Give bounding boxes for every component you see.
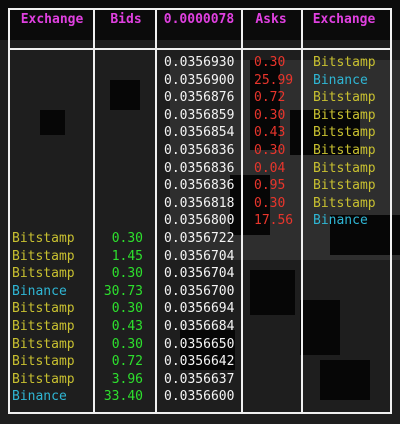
ask-exchange-cell: Bitstamp xyxy=(313,107,376,123)
bid-size-cell: 0.43 xyxy=(111,319,143,334)
bid-price-cell: 0.0356600 xyxy=(164,389,235,405)
ask-price-cell: 0.0356930 xyxy=(164,55,235,70)
bid-exchange-cell: Bitstamp xyxy=(12,231,75,246)
ask-size-cell: 0.95 xyxy=(254,178,286,194)
ask-price-cell: 0.0356836 xyxy=(164,178,235,194)
bid-price-cell: 0.0356642 xyxy=(164,354,235,370)
ask-exchange-cell: Bitstamp xyxy=(313,90,376,106)
ask-exchange-cell: Bitstamp xyxy=(313,195,376,211)
ask-size-cell: 0.72 xyxy=(254,90,286,106)
ask-size-cell: 0.43 xyxy=(254,125,286,141)
bid-size-cell: 0.30 xyxy=(111,301,143,317)
ask-size-cell: 0.30 xyxy=(254,143,286,158)
bid-exchange-cell: Binance xyxy=(12,389,67,405)
ask-price-cell: 0.0356818 xyxy=(164,195,235,211)
bid-price-cell: 0.0356722 xyxy=(164,231,235,246)
bid-size-cell: 30.73 xyxy=(103,283,143,299)
ask-size-cell: 0.30 xyxy=(254,195,286,211)
ask-price-cell: 0.0356876 xyxy=(164,90,235,106)
ask-price-cell: 0.0356836 xyxy=(164,143,235,158)
bid-price-cell: 0.0356700 xyxy=(164,283,235,299)
ask-price-cell: 0.0356859 xyxy=(164,107,235,123)
header-exchange-right: Exchange xyxy=(312,12,376,27)
bid-exchange-cell: Bitstamp xyxy=(12,336,75,352)
bid-exchange-cell: Bitstamp xyxy=(12,354,75,370)
ask-price-cell: 0.0356900 xyxy=(164,72,235,88)
ask-price-cell: 0.0356836 xyxy=(164,160,235,176)
bid-price-cell: 0.0356650 xyxy=(164,336,235,352)
bid-price-cell: 0.0356637 xyxy=(164,371,235,387)
bid-size-cell: 33.40 xyxy=(103,389,143,405)
column-divider xyxy=(155,10,157,412)
bid-size-cell: 1.45 xyxy=(111,248,143,264)
ask-size-cell: 0.30 xyxy=(254,107,286,123)
ask-size-cell: 0.04 xyxy=(254,160,286,176)
header-exchange-left: Exchange xyxy=(20,12,84,27)
header-divider xyxy=(10,48,390,50)
bid-price-cell: 0.0356704 xyxy=(164,248,235,264)
bid-exchange-cell: Bitstamp xyxy=(12,371,75,387)
bid-price-cell: 0.0356684 xyxy=(164,319,235,334)
ask-size-cell: 17.56 xyxy=(254,213,294,229)
bid-exchange-cell: Bitstamp xyxy=(12,319,75,334)
ask-size-cell: 0.30 xyxy=(254,55,286,70)
bid-price-cell: 0.0356704 xyxy=(164,266,235,282)
ask-exchange-cell: Bitstamp xyxy=(313,125,376,141)
bid-size-cell: 0.30 xyxy=(111,266,143,282)
ask-size-cell: 25.99 xyxy=(254,72,294,88)
ask-exchange-cell: Bitstamp xyxy=(313,160,376,176)
bid-exchange-cell: Bitstamp xyxy=(12,266,75,282)
ask-price-cell: 0.0356854 xyxy=(164,125,235,141)
bid-size-cell: 3.96 xyxy=(111,371,143,387)
bid-exchange-cell: Bitstamp xyxy=(12,301,75,317)
ask-exchange-cell: Binance xyxy=(313,213,368,229)
ask-exchange-cell: Bitstamp xyxy=(313,178,376,194)
ask-exchange-cell: Bitstamp xyxy=(313,55,376,70)
header-asks: Asks xyxy=(255,12,287,27)
bid-exchange-cell: Bitstamp xyxy=(12,248,75,264)
ask-price-cell: 0.0356800 xyxy=(164,213,235,229)
bid-size-cell: 0.30 xyxy=(111,231,143,246)
ask-exchange-cell: Bitstamp xyxy=(313,143,376,158)
header-mid-price: 0.0000078 xyxy=(163,12,235,27)
header-bids: Bids xyxy=(110,12,142,27)
bid-exchange-cell: Binance xyxy=(12,283,67,299)
bid-price-cell: 0.0356694 xyxy=(164,301,235,317)
bid-size-cell: 0.30 xyxy=(111,336,143,352)
bid-size-cell: 0.72 xyxy=(111,354,143,370)
ask-exchange-cell: Binance xyxy=(313,72,368,88)
column-divider xyxy=(301,10,303,412)
